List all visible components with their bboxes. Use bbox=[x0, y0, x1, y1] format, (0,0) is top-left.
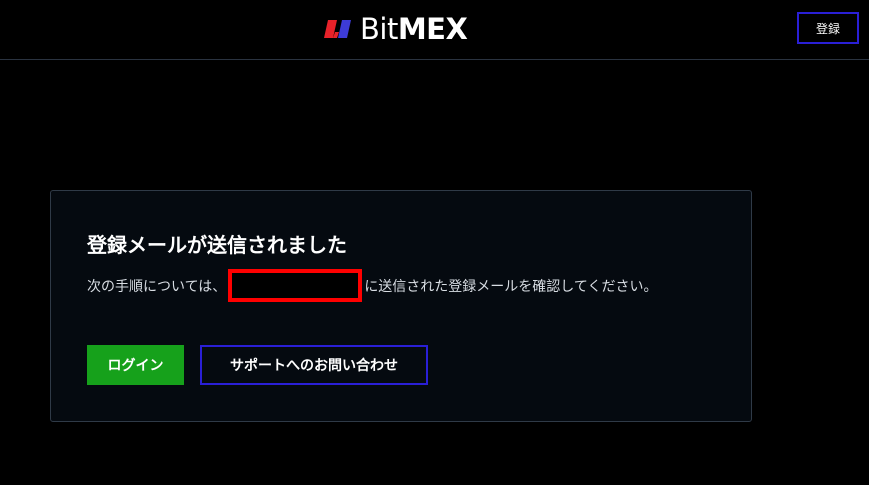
top-header: BitMEX 登録 bbox=[0, 0, 869, 60]
card-message: 次の手順については、 に送信された登録メールを確認してください。 bbox=[87, 269, 657, 302]
bitmex-logo[interactable]: BitMEX bbox=[324, 12, 468, 46]
message-prefix: 次の手順については、 bbox=[87, 278, 227, 295]
register-button[interactable]: 登録 bbox=[797, 12, 859, 44]
logo-text-bit: Bit bbox=[360, 12, 398, 46]
contact-support-button[interactable]: サポートへのお問い合わせ bbox=[200, 345, 428, 385]
bitmex-logo-icon bbox=[324, 20, 351, 38]
redacted-email-box bbox=[228, 269, 363, 302]
login-button[interactable]: ログイン bbox=[87, 345, 184, 385]
card-title: 登録メールが送信されました bbox=[87, 233, 347, 257]
message-suffix: に送信された登録メールを確認してください。 bbox=[364, 278, 658, 295]
logo-text: BitMEX bbox=[360, 12, 468, 46]
confirmation-card: 登録メールが送信されました 次の手順については、 に送信された登録メールを確認し… bbox=[50, 190, 752, 422]
logo-text-mex: MEX bbox=[397, 12, 468, 46]
